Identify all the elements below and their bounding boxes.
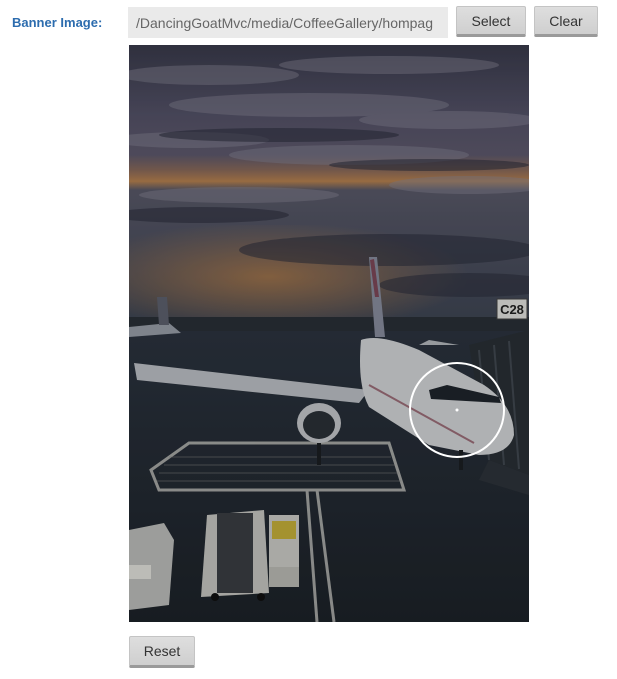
banner-image-preview[interactable]: C28 bbox=[129, 45, 529, 622]
clear-button[interactable]: Clear bbox=[534, 6, 598, 37]
airplane-photo: C28 bbox=[129, 45, 529, 622]
banner-image-label: Banner Image: bbox=[12, 15, 103, 30]
reset-button[interactable]: Reset bbox=[129, 636, 195, 668]
banner-image-editor: Banner Image: Select Clear bbox=[0, 0, 617, 679]
image-path-input[interactable] bbox=[128, 7, 448, 38]
select-button[interactable]: Select bbox=[456, 6, 526, 37]
